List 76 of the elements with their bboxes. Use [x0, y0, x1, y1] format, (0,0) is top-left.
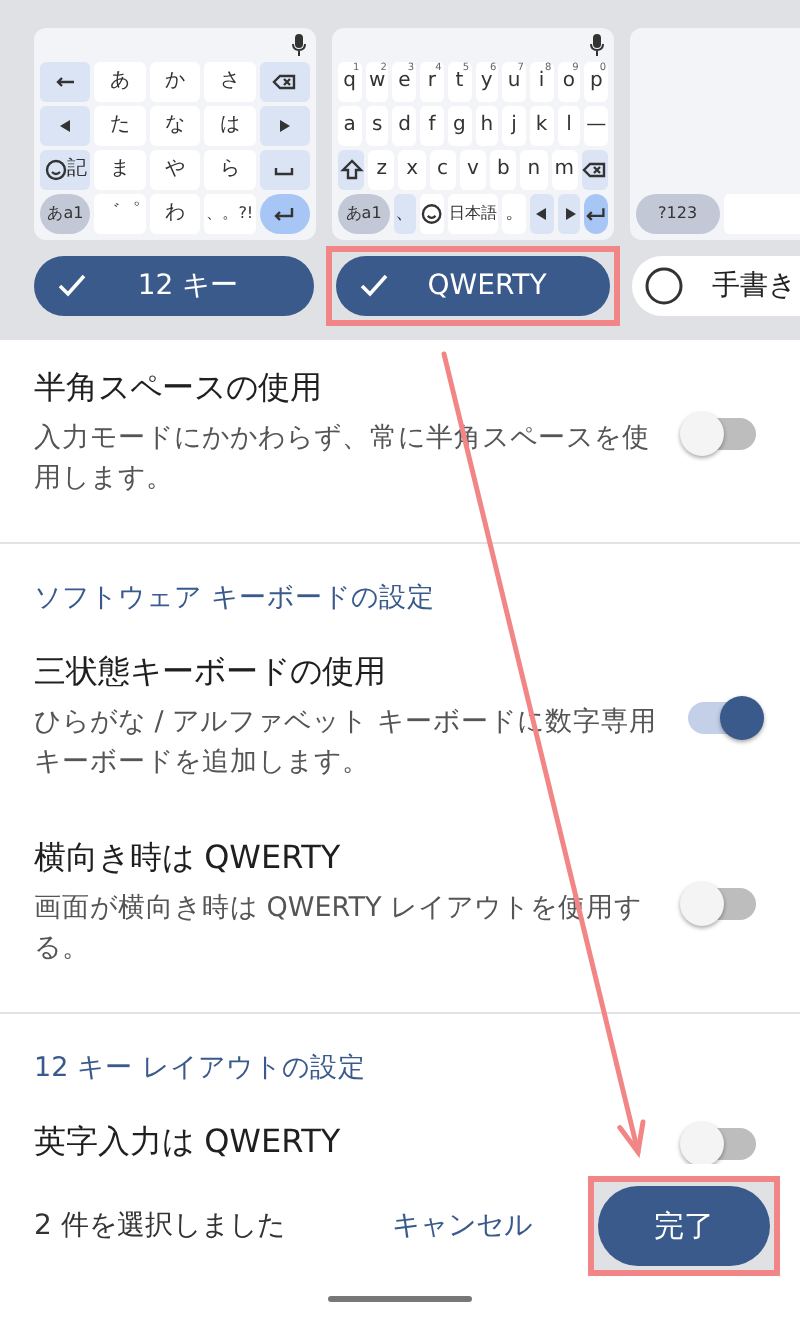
keyboard-key[interactable] — [338, 150, 365, 190]
keyboard-key[interactable] — [557, 194, 581, 234]
keyboard-key[interactable] — [420, 194, 444, 234]
keyboard-key[interactable]: ら — [204, 150, 256, 190]
keyboard-key[interactable]: 日本語 — [447, 194, 499, 234]
left-triangle-icon — [535, 208, 548, 220]
layout-chip[interactable]: 手書き — [632, 256, 800, 316]
keyboard-key[interactable] — [259, 194, 311, 234]
layout-chip[interactable]: QWERTY — [336, 256, 610, 316]
right-triangle-icon — [563, 208, 576, 220]
keyboard-key[interactable]: さ — [204, 62, 256, 102]
keyboard-key[interactable]: s — [365, 106, 389, 146]
keyboard-key[interactable]: j — [502, 106, 526, 146]
keyboard-key[interactable] — [259, 62, 311, 102]
keyboard-key[interactable]: — — [584, 106, 609, 146]
check-icon — [360, 274, 388, 298]
setting-title: 三状態キーボードの使用 — [34, 652, 388, 694]
keyboard-key[interactable]: k — [529, 106, 554, 146]
keyboard-key[interactable]: ま — [94, 150, 146, 190]
left-triangle-icon — [59, 120, 72, 132]
keyboard-key[interactable]: 、。?! — [204, 194, 256, 234]
backspace-icon — [272, 70, 297, 94]
keyboard-key[interactable] — [581, 150, 608, 190]
keyboard-key[interactable]: x — [398, 150, 426, 190]
done-button[interactable]: 完了 — [598, 1186, 770, 1266]
keyboard-key[interactable] — [259, 150, 311, 190]
keyboard-key[interactable]: わ — [149, 194, 201, 234]
keyboard-key[interactable]: た — [94, 106, 146, 146]
smiley-icon — [420, 202, 444, 226]
selection-status: 2 件を選択しました — [34, 1208, 287, 1244]
keyboard-key[interactable]: あ — [94, 62, 146, 102]
setting-title: 横向き時は QWERTY — [34, 838, 343, 880]
check-icon — [58, 274, 86, 298]
keyboard-key[interactable]: 記 — [40, 150, 91, 190]
keyboard-key[interactable]: 、 — [393, 194, 417, 234]
shift-icon — [339, 158, 364, 182]
keyboard-key[interactable]: d — [392, 106, 417, 146]
keyboard-key[interactable]: z — [368, 150, 395, 190]
keyboard-key[interactable]: か — [149, 62, 201, 102]
right-triangle-icon — [278, 120, 291, 132]
keyboard-key[interactable]: n — [520, 150, 548, 190]
keyboard-key[interactable]: な — [149, 106, 201, 146]
keyboard-key[interactable] — [584, 194, 609, 234]
cancel-button[interactable]: キャンセル — [356, 1208, 568, 1244]
keyboard-preview[interactable]: ?123 — [630, 28, 800, 240]
keyboard-key[interactable]: v — [459, 150, 487, 190]
keyboard-key[interactable] — [259, 106, 311, 146]
setting-title: 英字入力は QWERTY — [34, 1122, 343, 1164]
keyboard-key[interactable]: c — [429, 150, 456, 190]
keyboard-key[interactable]: b — [490, 150, 517, 190]
keyboard-key[interactable]: や — [149, 150, 201, 190]
keyboard-key[interactable]: l — [557, 106, 581, 146]
backspace-icon — [582, 158, 607, 182]
keyboard-preview[interactable]: あ か さ た な は 記 ま や ら あa1 ゛゜ わ 、。?! — [34, 28, 316, 240]
keyboard-key[interactable]: ゛゜ — [94, 194, 146, 234]
keyboard-key[interactable]: g — [447, 106, 472, 146]
keyboard-key[interactable]: あa1 — [40, 194, 91, 234]
enter-icon — [272, 202, 297, 226]
keyboard-key[interactable]: は — [204, 106, 256, 146]
keyboard-key[interactable]: a — [338, 106, 362, 146]
keyboard-key[interactable] — [40, 62, 91, 102]
radio-circle-icon — [644, 266, 684, 306]
keyboard-key[interactable]: h — [475, 106, 499, 146]
setting-title: 半角スペースの使用 — [34, 368, 324, 410]
section-header: 12 キー レイアウトの設定 — [0, 1012, 800, 1094]
keyboard-key[interactable]: m — [551, 150, 578, 190]
keyboard-key[interactable]: f — [420, 106, 444, 146]
keyboard-key[interactable] — [40, 106, 91, 146]
keyboard-key[interactable] — [530, 194, 554, 234]
layout-chip[interactable]: 12 キー — [34, 256, 314, 316]
enter-icon — [584, 202, 609, 226]
section-header: ソフトウェア キーボードの設定 — [0, 542, 800, 624]
keyboard-key[interactable]: あa1 — [338, 194, 390, 234]
keyboard-key[interactable]: ?123 — [636, 194, 720, 234]
keyboard-key[interactable]: 。 — [502, 194, 527, 234]
smiley-icon — [43, 158, 68, 182]
